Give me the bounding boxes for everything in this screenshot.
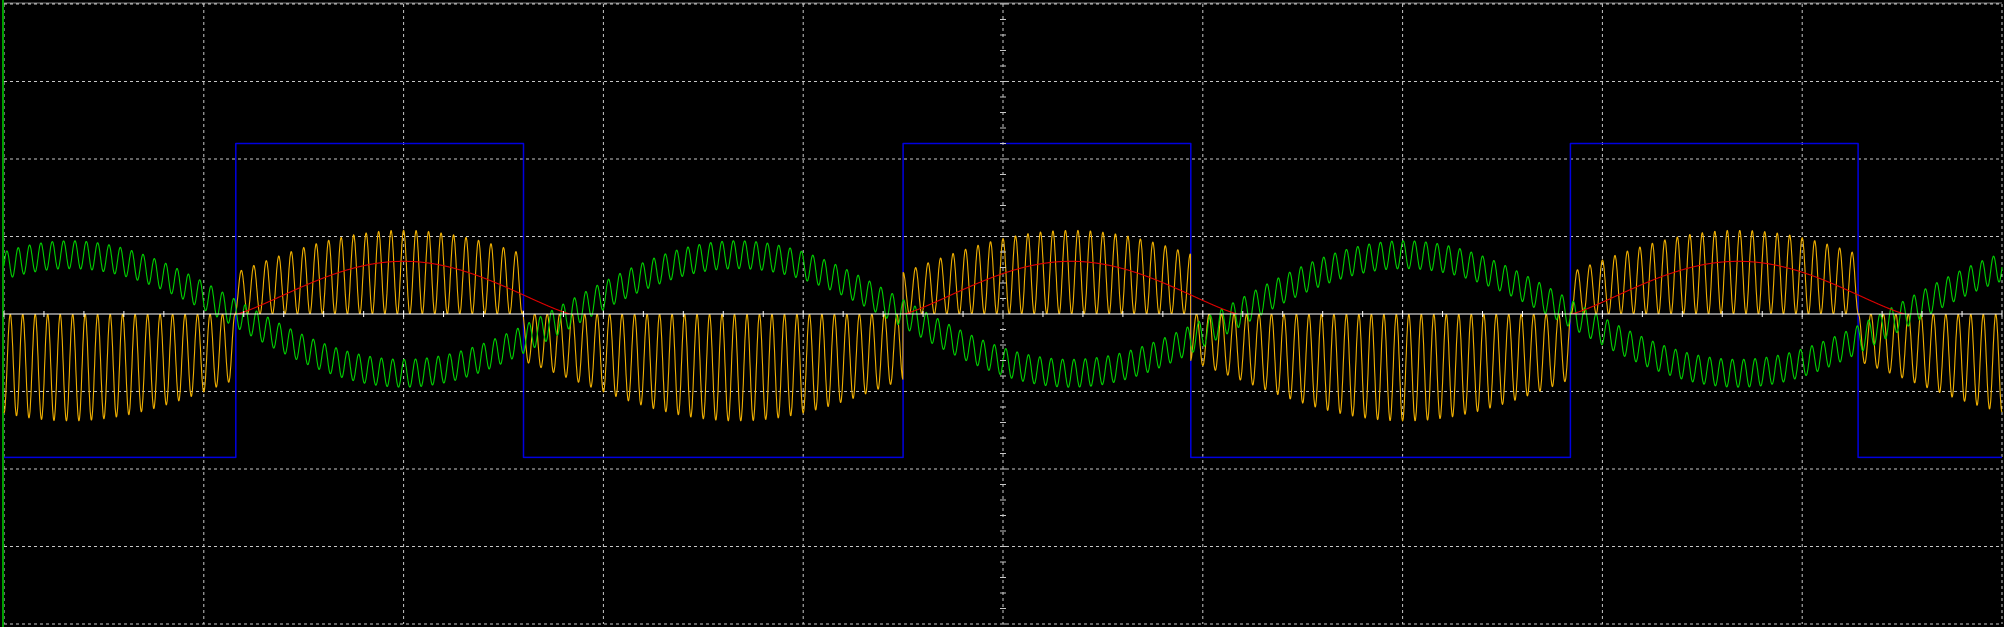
oscilloscope-chart	[0, 0, 2004, 627]
